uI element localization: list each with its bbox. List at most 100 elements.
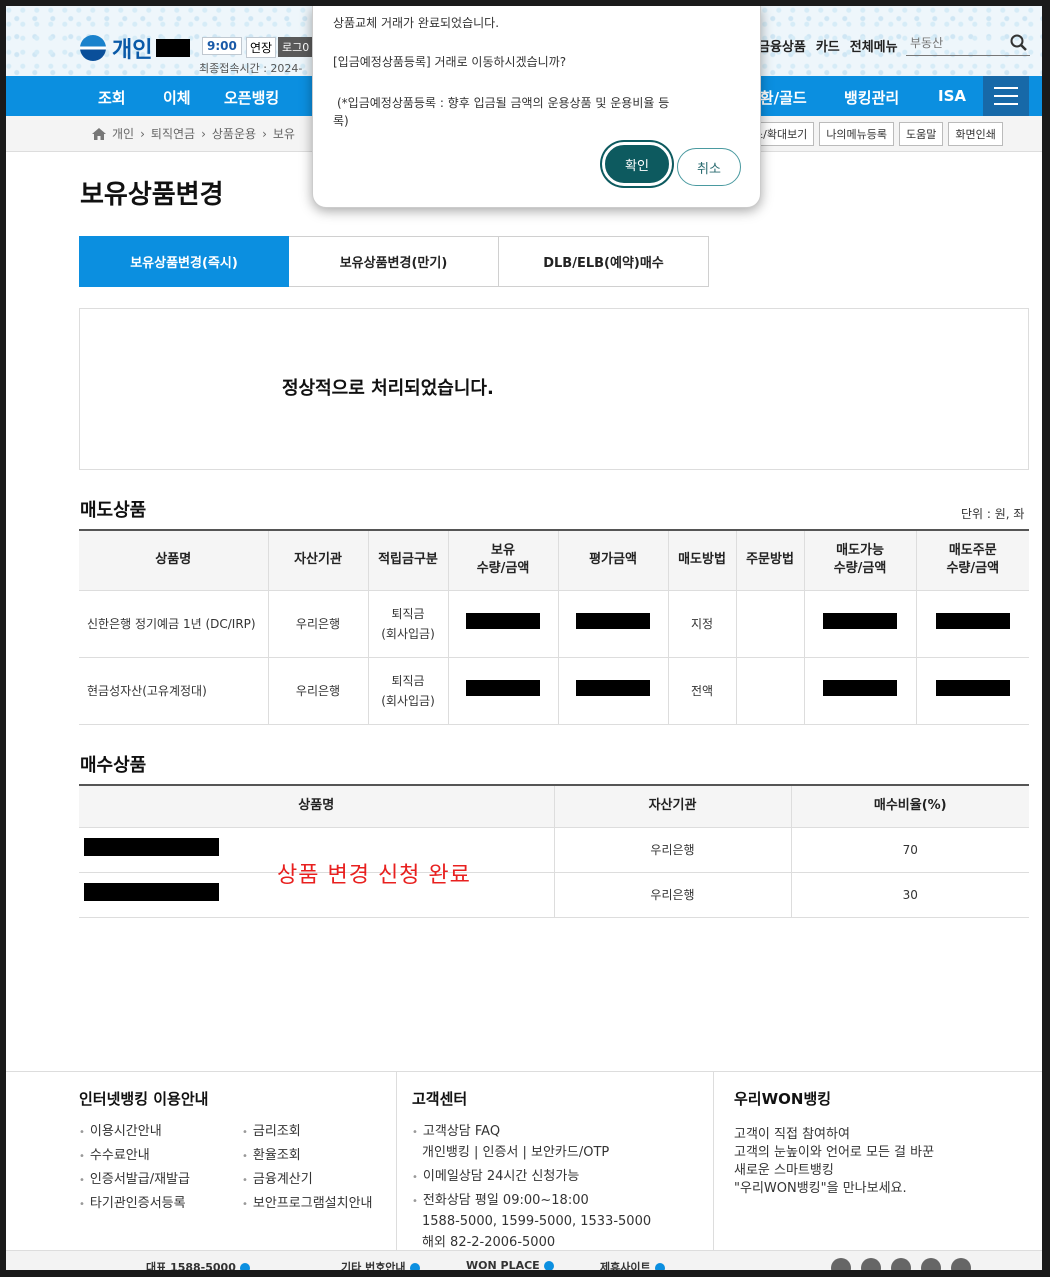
institution: 우리은행: [268, 590, 369, 658]
hamburger-menu-icon[interactable]: [983, 76, 1029, 116]
col-header: 자산기관: [554, 785, 792, 828]
valuation-amount: [558, 590, 669, 658]
redacted-value: [935, 612, 1010, 629]
chevron-right-icon: ›: [201, 126, 206, 141]
result-box: 정상적으로 처리되었습니다.: [79, 308, 1029, 470]
col-header: 매도가능 수량/금액: [804, 530, 917, 591]
footer-col-guide: 인터넷뱅킹 이용안내 이용시간안내 수수료안내 인증서발급/재발급 타기관인증서…: [79, 1072, 391, 1262]
strip-item[interactable]: WON PLACE: [466, 1259, 554, 1270]
sellable-amount: [804, 590, 917, 658]
gnb-item-inquiry[interactable]: 조회: [98, 87, 126, 108]
sell-method: 전액: [668, 657, 737, 725]
unit-label: 단위 : 원, 좌: [961, 507, 1025, 521]
buy-ratio: 70: [791, 827, 1029, 873]
search-input[interactable]: [906, 32, 1006, 54]
instagram-icon[interactable]: [861, 1258, 881, 1270]
footer-link[interactable]: 고객상담 FAQ: [412, 1122, 651, 1143]
dialog-message: (*입금예정상품등록 : 향후 입금될 금액의 운용상품 및 운용비율 등: [337, 96, 670, 110]
gnb-item-open-banking[interactable]: 오픈뱅킹: [224, 87, 279, 108]
chevron-right-icon: ›: [140, 126, 145, 141]
won-description: 고객이 직접 참여하여 고객의 눈높이와 언어로 모든 걸 바꾼 새로운 스마트…: [734, 1127, 935, 1196]
sellable-amount: [804, 657, 917, 725]
logo-text: 개인: [112, 38, 153, 63]
extend-session-button[interactable]: 연장: [246, 37, 277, 58]
breadcrumb-item[interactable]: 상품운용: [212, 125, 256, 142]
redacted-value: [935, 679, 1010, 696]
bottom-strip: 대표 1588-5000 기타 번호안내 WON PLACE 제휴사이트: [6, 1250, 1042, 1270]
breadcrumb-item[interactable]: 개인: [112, 125, 134, 142]
gnb-item-transfer[interactable]: 이체: [163, 87, 191, 108]
footer-links-left: 이용시간안내 수수료안내 인증서발급/재발급 타기관인증서등록: [79, 1120, 190, 1216]
redacted-value: [823, 612, 897, 629]
footer-link[interactable]: 인증서발급/재발급: [79, 1168, 190, 1192]
strip-item[interactable]: 대표 1588-5000: [146, 1259, 250, 1270]
holding-amount: [448, 590, 559, 658]
footer-link[interactable]: 금융계산기: [242, 1168, 373, 1192]
youtube-icon[interactable]: [921, 1258, 941, 1270]
dialog-cancel-button[interactable]: 취소: [677, 148, 741, 186]
buy-ratio: 30: [791, 872, 1029, 918]
footer-link[interactable]: 이용시간안내: [79, 1120, 190, 1144]
col-header: 상품명: [79, 530, 269, 591]
tab-immediate[interactable]: 보유상품변경(즉시): [79, 236, 289, 287]
info-dot-icon: [409, 1263, 420, 1270]
facebook-icon[interactable]: [831, 1258, 851, 1270]
footer-link[interactable]: 환율조회: [242, 1144, 373, 1168]
search-icon[interactable]: [1010, 34, 1028, 52]
footer-link[interactable]: 보안프로그램설치안내: [242, 1192, 373, 1216]
redacted-value: [84, 837, 219, 856]
gnb-item-isa[interactable]: ISA: [938, 87, 966, 105]
change-complete-annotation: 상품 변경 신청 완료: [277, 863, 471, 888]
bank-logo[interactable]: 개인: [80, 32, 191, 64]
table-row: 우리은행 30: [79, 872, 1029, 918]
footer-link[interactable]: 개인뱅킹 | 인증서 | 보안카드/OTP: [412, 1143, 651, 1164]
top-link-products[interactable]: 금융상품: [758, 36, 806, 55]
my-menu-button[interactable]: 나의메뉴등록: [819, 122, 895, 146]
footer-link[interactable]: 수수료안내: [79, 1144, 190, 1168]
col-header: 주문방법: [736, 530, 805, 591]
top-link-card[interactable]: 카드: [816, 36, 840, 55]
print-button[interactable]: 화면인쇄: [948, 122, 1003, 146]
redacted-value: [466, 679, 540, 696]
footer: 인터넷뱅킹 이용안내 이용시간안내 수수료안내 인증서발급/재발급 타기관인증서…: [6, 1071, 1042, 1270]
breadcrumb-item[interactable]: 퇴직연금: [151, 125, 195, 142]
gnb-item-banking-mgmt[interactable]: 뱅킹관리: [844, 87, 899, 108]
table-header-row: 상품명 자산기관 적립금구분 보유 수량/금액 평가금액 매도방법 주문방법 매…: [79, 530, 1029, 591]
dialog-ok-button[interactable]: 확인: [602, 142, 672, 186]
home-icon[interactable]: [92, 127, 106, 140]
help-button[interactable]: 도움말: [899, 122, 944, 146]
table-row: 우리은행 70: [79, 827, 1029, 873]
breadcrumb: 개인 › 퇴직연금 › 상품운용 › 보유: [92, 125, 295, 142]
sell-section-title: 매도상품: [80, 500, 147, 521]
order-method: [736, 657, 805, 725]
tab-dlb-elb[interactable]: DLB/ELB(예약)매수: [499, 236, 709, 287]
redacted-value: [84, 882, 219, 901]
col-header: 적립금구분: [368, 530, 449, 591]
table-row: 현금성자산(고유계정대) 우리은행 퇴직금 (회사입금) 전액: [79, 657, 1029, 725]
col-header: 보유 수량/금액: [448, 530, 559, 591]
sell-order-amount: [916, 657, 1029, 725]
blog-icon[interactable]: [891, 1258, 911, 1270]
logout-button[interactable]: 로그0: [278, 37, 314, 57]
strip-item[interactable]: 제휴사이트: [600, 1259, 665, 1270]
dialog-message: 록): [333, 114, 349, 128]
redacted-value: [823, 679, 897, 696]
top-link-all-menu[interactable]: 전체메뉴: [850, 36, 898, 55]
dialog-message: [입금예정상품등록] 거래로 이동하시겠습니까?: [333, 55, 567, 69]
info-dot-icon: [239, 1263, 250, 1270]
tab-maturity[interactable]: 보유상품변경(만기): [289, 236, 499, 287]
footer-text: 이메일상담 24시간 신청가능: [412, 1167, 651, 1188]
footer-text: 전화상담 평일 09:00~18:00: [412, 1191, 651, 1212]
footer-link[interactable]: 타기관인증서등록: [79, 1192, 190, 1216]
buy-table: 상품명 자산기관 매수비율(%) 우리은행 70 우리은행 30: [79, 784, 1029, 918]
strip-item[interactable]: 기타 번호안내: [341, 1259, 420, 1270]
kakao-icon[interactable]: [951, 1258, 971, 1270]
col-header: 매도방법: [668, 530, 737, 591]
breadcrumb-item[interactable]: 보유: [273, 125, 295, 142]
footer-link[interactable]: 금리조회: [242, 1120, 373, 1144]
institution: 우리은행: [554, 872, 792, 918]
institution: 우리은행: [268, 657, 369, 725]
order-method: [736, 590, 805, 658]
session-timer: 9:00: [202, 37, 242, 55]
chevron-right-icon: ›: [262, 126, 267, 141]
